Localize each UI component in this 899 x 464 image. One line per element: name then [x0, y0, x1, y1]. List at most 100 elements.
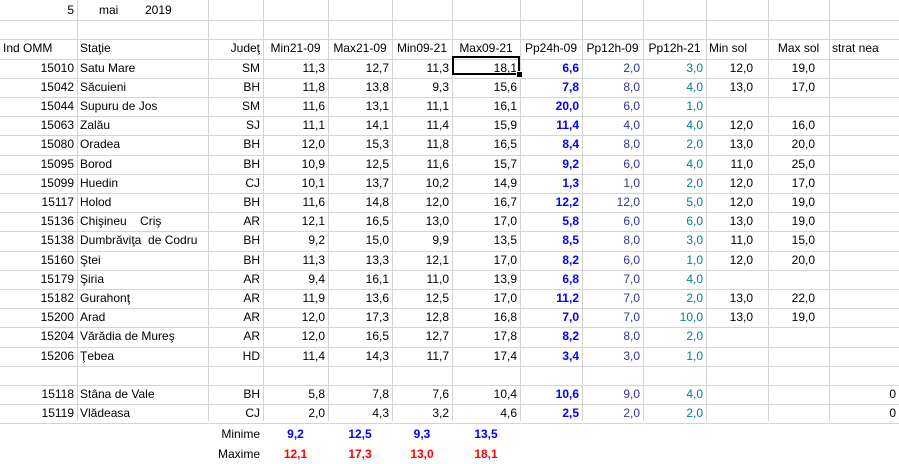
cell-r21-c2[interactable]: CJ	[208, 404, 263, 423]
cell-r18-c2[interactable]: HD	[208, 347, 263, 366]
cell-r16-c9[interactable]: 10,0	[643, 308, 706, 327]
column-header-7[interactable]: Pp24h-09	[520, 39, 582, 58]
cell-r8-c2[interactable]: BH	[208, 155, 263, 174]
cell-r6-c4[interactable]: 14,1	[328, 116, 392, 135]
cell-r14-c5[interactable]: 11,0	[392, 270, 452, 289]
cell-r14-c3[interactable]: 9,4	[263, 270, 328, 289]
cell-r11-c3[interactable]: 12,1	[263, 212, 328, 231]
cell-r20-c12[interactable]: 0	[829, 385, 899, 404]
cell-r21-c4[interactable]: 4,3	[328, 404, 392, 423]
cell-r17-c6[interactable]: 17,8	[452, 327, 520, 346]
cell-r12-c0[interactable]: 15138	[0, 231, 77, 250]
cell-r17-c9[interactable]: 2,0	[643, 327, 706, 346]
date-year-cell[interactable]: 2019	[142, 1, 202, 20]
cell-r14-c7[interactable]: 6,8	[520, 270, 582, 289]
cell-r4-c8[interactable]: 8,0	[582, 78, 643, 97]
cell-r13-c0[interactable]: 15160	[0, 251, 77, 270]
column-header-5[interactable]: Min09-21	[392, 39, 452, 58]
cell-r14-c0[interactable]: 15179	[0, 270, 77, 289]
cell-r16-c10[interactable]: 13,0	[706, 308, 756, 327]
cell-r7-c5[interactable]: 11,8	[392, 135, 452, 154]
cell-r18-c1[interactable]: Ţebea	[77, 347, 208, 366]
cell-r14-c9[interactable]: 4,0	[643, 270, 706, 289]
cell-r4-c7[interactable]: 7,8	[520, 78, 582, 97]
cell-r20-c0[interactable]: 15118	[0, 385, 77, 404]
cell-r4-c6[interactable]: 15,6	[452, 78, 520, 97]
cell-r3-c2[interactable]: SM	[208, 59, 263, 78]
cell-r5-c6[interactable]: 16,1	[452, 97, 520, 116]
spreadsheet-grid[interactable]: 5 mai 2019 Ind OMM Staţie Judeţ Min21-09 Max21-…	[0, 0, 899, 461]
cell-r21-c8[interactable]: 2,0	[582, 404, 643, 423]
cell-r10-c3[interactable]: 11,6	[263, 193, 328, 212]
minime-label[interactable]: Minime	[190, 425, 263, 444]
cell-r15-c9[interactable]: 2,0	[643, 289, 706, 308]
cell-r9-c2[interactable]: CJ	[208, 174, 263, 193]
cell-r4-c11[interactable]: 17,0	[768, 78, 818, 97]
cell-r13-c10[interactable]: 12,0	[706, 251, 756, 270]
cell-r18-c0[interactable]: 15206	[0, 347, 77, 366]
cell-r17-c7[interactable]: 8,2	[520, 327, 582, 346]
cell-r16-c11[interactable]: 19,0	[768, 308, 818, 327]
cell-r5-c0[interactable]: 15044	[0, 97, 77, 116]
cell-r10-c6[interactable]: 16,7	[452, 193, 520, 212]
cell-r7-c3[interactable]: 12,0	[263, 135, 328, 154]
cell-r12-c5[interactable]: 9,9	[392, 231, 452, 250]
column-header-11[interactable]: Max sol	[768, 39, 829, 58]
cell-r3-c5[interactable]: 11,3	[392, 59, 452, 78]
cell-r18-c3[interactable]: 11,4	[263, 347, 328, 366]
cell-r16-c0[interactable]: 15200	[0, 308, 77, 327]
cell-r18-c8[interactable]: 3,0	[582, 347, 643, 366]
cell-r21-c12[interactable]: 0	[829, 404, 899, 423]
cell-r15-c2[interactable]: AR	[208, 289, 263, 308]
cell-r14-c6[interactable]: 13,9	[452, 270, 520, 289]
cell-r13-c5[interactable]: 12,1	[392, 251, 452, 270]
cell-r16-c3[interactable]: 12,0	[263, 308, 328, 327]
cell-r12-c2[interactable]: BH	[208, 231, 263, 250]
cell-r7-c1[interactable]: Oradea	[77, 135, 208, 154]
cell-r16-c7[interactable]: 7,0	[520, 308, 582, 327]
minime-value-3[interactable]: 13,5	[452, 425, 520, 444]
cell-r7-c0[interactable]: 15080	[0, 135, 77, 154]
cell-r3-c3[interactable]: 11,3	[263, 59, 328, 78]
cell-r12-c4[interactable]: 15,0	[328, 231, 392, 250]
cell-r11-c5[interactable]: 13,0	[392, 212, 452, 231]
cell-r8-c0[interactable]: 15095	[0, 155, 77, 174]
cell-r7-c6[interactable]: 16,5	[452, 135, 520, 154]
cell-r3-c11[interactable]: 19,0	[768, 59, 818, 78]
cell-r10-c0[interactable]: 15117	[0, 193, 77, 212]
cell-r21-c6[interactable]: 4,6	[452, 404, 520, 423]
cell-r13-c11[interactable]: 20,0	[768, 251, 818, 270]
cell-r9-c10[interactable]: 12,0	[706, 174, 756, 193]
cell-r13-c3[interactable]: 11,3	[263, 251, 328, 270]
cell-r3-c10[interactable]: 12,0	[706, 59, 756, 78]
cell-r6-c8[interactable]: 4,0	[582, 116, 643, 135]
cell-r7-c10[interactable]: 13,0	[706, 135, 756, 154]
cell-r12-c1[interactable]: Dumbrăviţa de Codru	[77, 231, 208, 250]
cell-r14-c2[interactable]: AR	[208, 270, 263, 289]
cell-r17-c8[interactable]: 8,0	[582, 327, 643, 346]
cell-r6-c11[interactable]: 16,0	[768, 116, 818, 135]
cell-r21-c9[interactable]: 2,0	[643, 404, 706, 423]
column-header-12[interactable]: strat nea	[829, 39, 899, 58]
cell-r20-c9[interactable]: 4,0	[643, 385, 706, 404]
cell-r18-c5[interactable]: 11,7	[392, 347, 452, 366]
cell-r5-c4[interactable]: 13,1	[328, 97, 392, 116]
cell-r18-c4[interactable]: 14,3	[328, 347, 392, 366]
cell-r20-c8[interactable]: 9,0	[582, 385, 643, 404]
cell-r21-c5[interactable]: 3,2	[392, 404, 452, 423]
cell-r6-c0[interactable]: 15063	[0, 116, 77, 135]
cell-r8-c9[interactable]: 4,0	[643, 155, 706, 174]
cell-r11-c1[interactable]: Chişineu Criş	[77, 212, 208, 231]
cell-r16-c2[interactable]: AR	[208, 308, 263, 327]
cell-r11-c2[interactable]: AR	[208, 212, 263, 231]
cell-r8-c3[interactable]: 10,9	[263, 155, 328, 174]
cell-r7-c7[interactable]: 8,4	[520, 135, 582, 154]
cell-r6-c9[interactable]: 4,0	[643, 116, 706, 135]
cell-r10-c5[interactable]: 12,0	[392, 193, 452, 212]
cell-r10-c1[interactable]: Holod	[77, 193, 208, 212]
cell-r8-c8[interactable]: 6,0	[582, 155, 643, 174]
cell-r6-c6[interactable]: 15,9	[452, 116, 520, 135]
cell-r8-c6[interactable]: 15,7	[452, 155, 520, 174]
cell-r15-c7[interactable]: 11,2	[520, 289, 582, 308]
cell-r6-c5[interactable]: 11,4	[392, 116, 452, 135]
